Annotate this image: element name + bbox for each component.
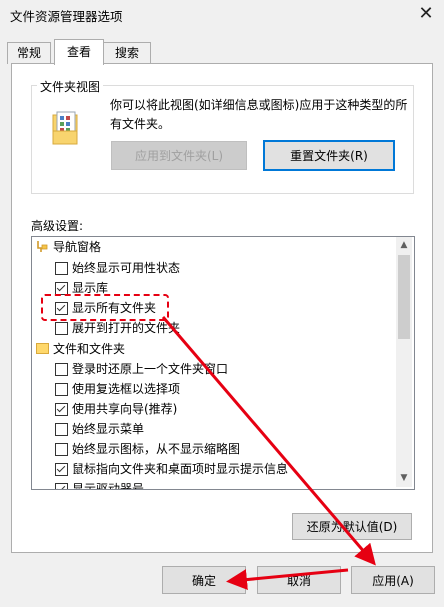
list-item-label: 鼠标指向文件夹和桌面项时显示提示信息 <box>72 462 289 476</box>
checkbox[interactable] <box>55 383 68 396</box>
checkbox[interactable] <box>55 443 68 456</box>
checkbox[interactable] <box>55 403 68 416</box>
list-item-label: 始终显示图标，从不显示缩略图 <box>72 442 241 456</box>
annotation-highlight-box <box>41 294 169 321</box>
window-title: 文件资源管理器选项 <box>10 9 123 24</box>
scrollbar-thumb[interactable] <box>398 255 410 339</box>
list-item-label: 展开到打开的文件夹 <box>72 321 181 335</box>
restore-defaults-button[interactable]: 还原为默认值(D) <box>292 513 412 540</box>
cancel-button[interactable]: 取消 <box>257 566 341 594</box>
folder-views-group-label: 文件夹视图 <box>37 78 104 95</box>
apply-button[interactable]: 应用(A) <box>351 566 435 594</box>
apply-to-folders-button[interactable]: 应用到文件夹(L) <box>111 141 247 170</box>
tab-view[interactable]: 查看 <box>54 39 104 65</box>
checkbox[interactable] <box>55 363 68 376</box>
close-icon[interactable]: ✕ <box>414 2 438 26</box>
category-label: 导航窗格 <box>53 240 102 254</box>
folder-view-icon <box>52 111 78 145</box>
folder-views-description: 你可以将此视图(如详细信息或图标)应用于这种类型的所有文件夹。 <box>110 98 408 131</box>
category-label: 文件和文件夹 <box>53 342 126 356</box>
chevron-down-icon[interactable]: ▼ <box>396 470 412 487</box>
navigation-pane-icon <box>37 241 48 252</box>
folder-icon <box>36 343 49 354</box>
checkbox[interactable] <box>55 262 68 275</box>
advanced-settings-list: 导航窗格 始终显示可用性状态 显示库 显示所有文件夹 展开到打开的文件夹 文件和… <box>31 236 415 490</box>
chevron-up-icon[interactable]: ▲ <box>396 237 412 254</box>
list-item-label: 显示驱动器号 <box>72 482 145 490</box>
reset-folders-button[interactable]: 重置文件夹(R) <box>263 140 395 171</box>
tab-search[interactable]: 搜索 <box>103 42 151 64</box>
checkbox[interactable] <box>55 463 68 476</box>
ok-button[interactable]: 确定 <box>162 566 246 594</box>
checkbox[interactable] <box>55 423 68 436</box>
list-item-label: 使用共享向导(推荐) <box>72 402 178 416</box>
list-item-label: 登录时还原上一个文件夹窗口 <box>72 362 229 376</box>
list-item-label: 始终显示菜单 <box>72 422 145 436</box>
list-item-label: 使用复选框以选择项 <box>72 382 181 396</box>
tab-general[interactable]: 常规 <box>7 42 51 64</box>
checkbox[interactable] <box>55 322 68 335</box>
list-item-label: 始终显示可用性状态 <box>72 261 181 275</box>
checkbox[interactable] <box>55 483 68 489</box>
advanced-settings-label: 高级设置: <box>31 219 84 233</box>
